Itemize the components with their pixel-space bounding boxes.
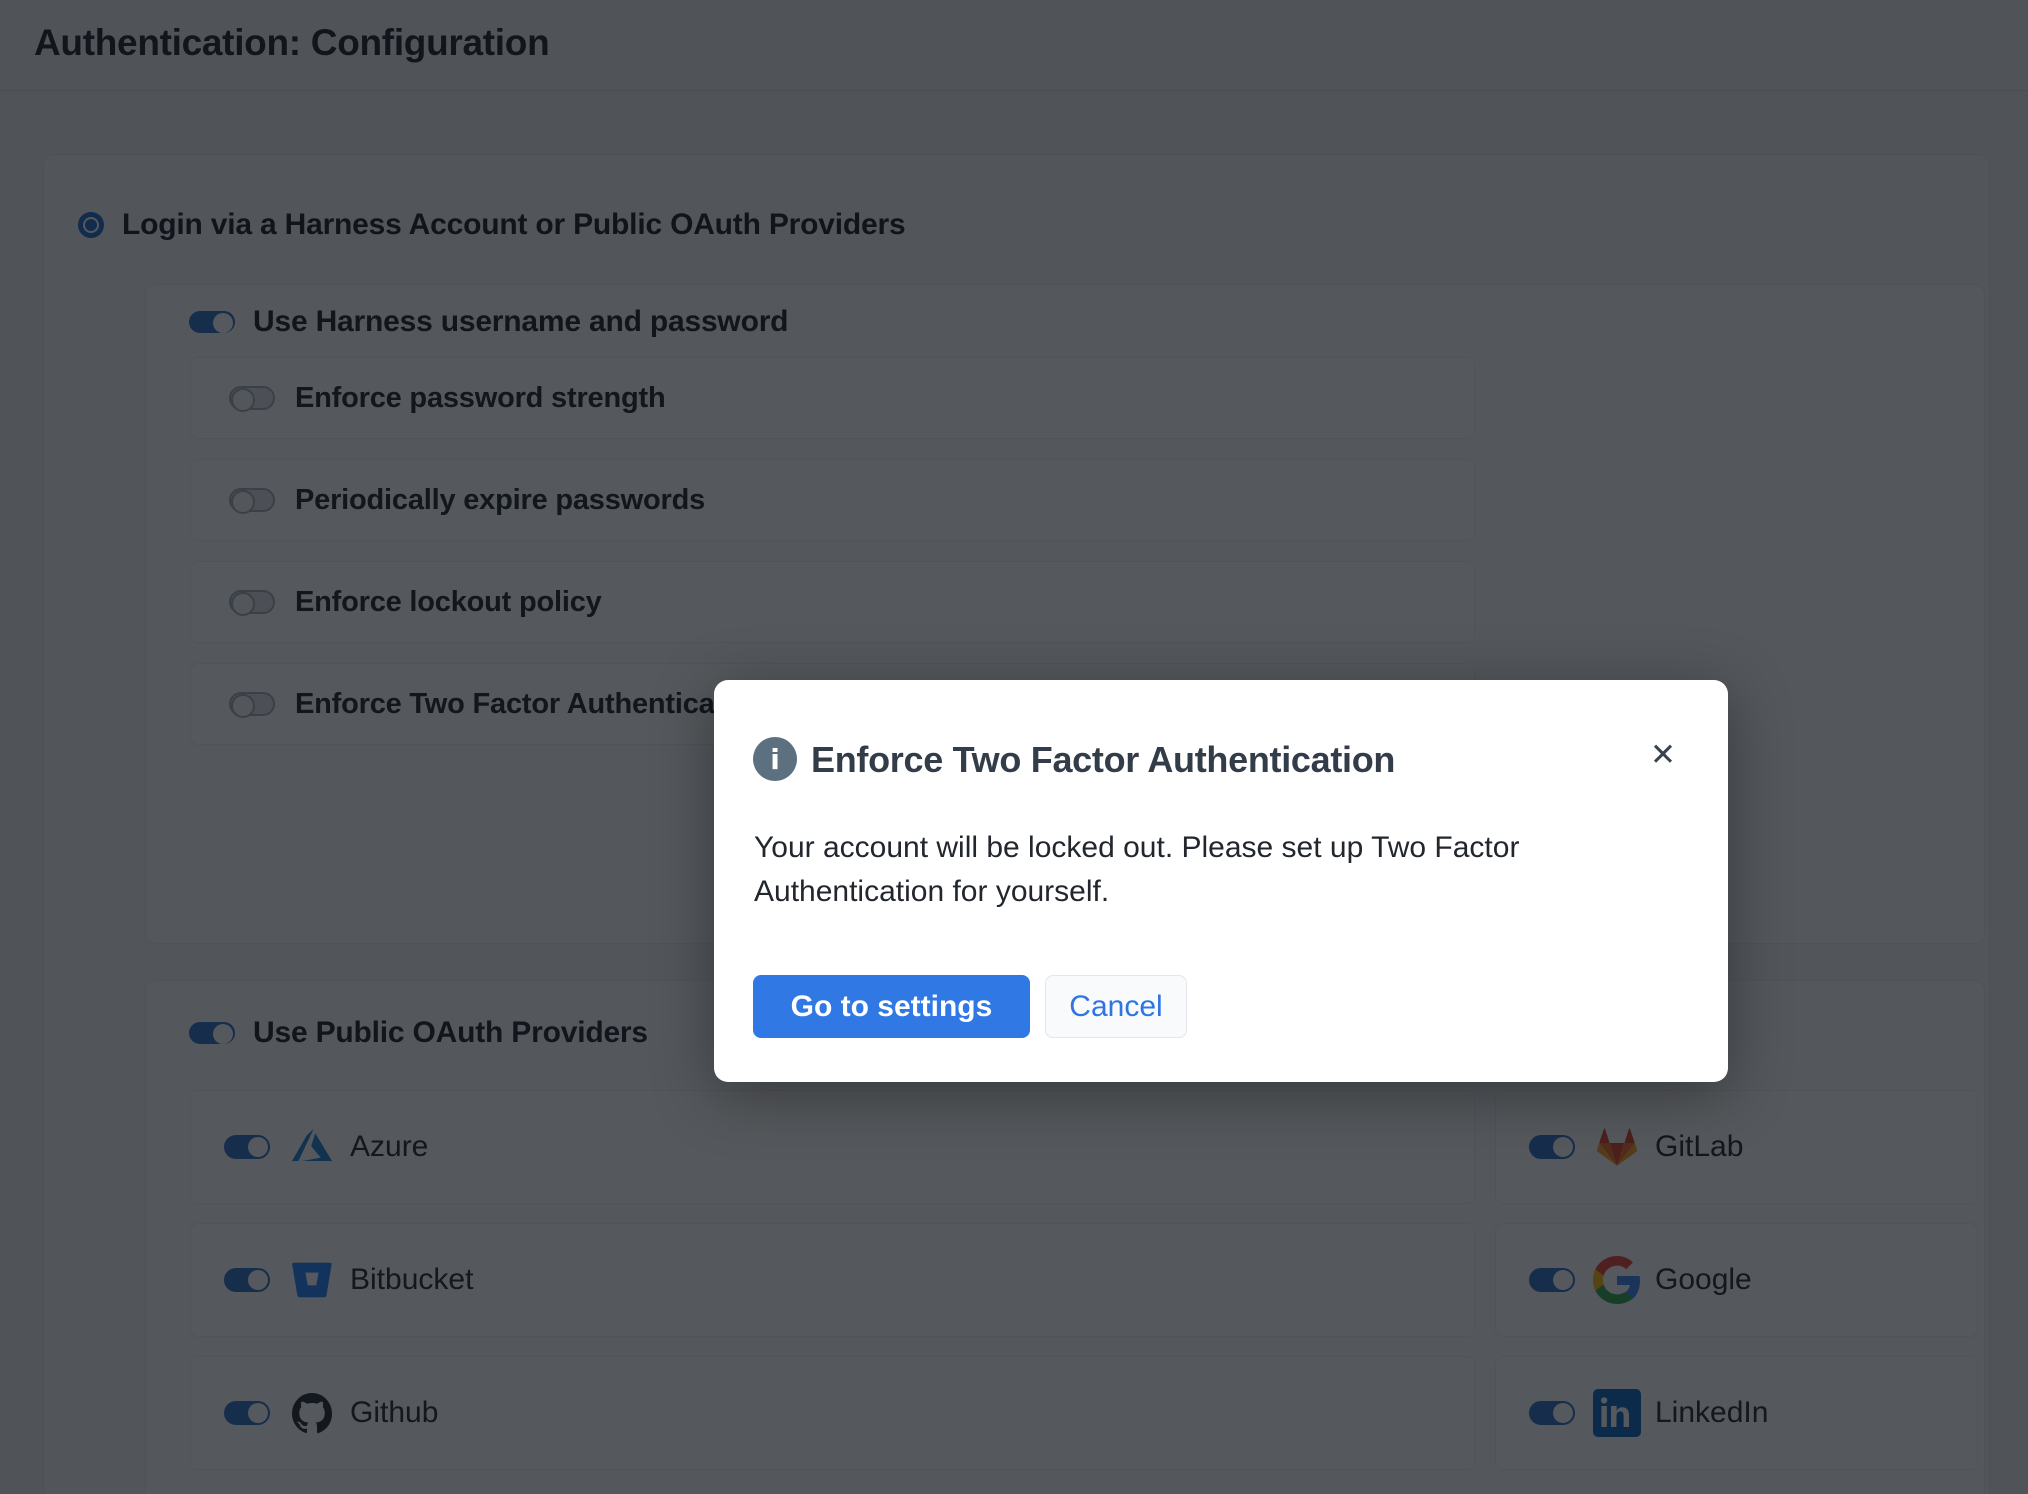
modal-title: Enforce Two Factor Authentication <box>811 739 1395 781</box>
info-icon: i <box>753 737 797 781</box>
enforce-two-factor-modal: i Enforce Two Factor Authentication ✕ Yo… <box>714 680 1728 1082</box>
close-icon[interactable]: ✕ <box>1641 733 1685 777</box>
go-to-settings-button[interactable]: Go to settings <box>753 975 1030 1038</box>
authentication-configuration-screen: Authentication: Configuration Login via … <box>0 0 2028 1494</box>
cancel-button[interactable]: Cancel <box>1045 975 1187 1038</box>
modal-body-text: Your account will be locked out. Please … <box>754 826 1634 913</box>
modal-button-row: Go to settings Cancel <box>753 975 1187 1038</box>
